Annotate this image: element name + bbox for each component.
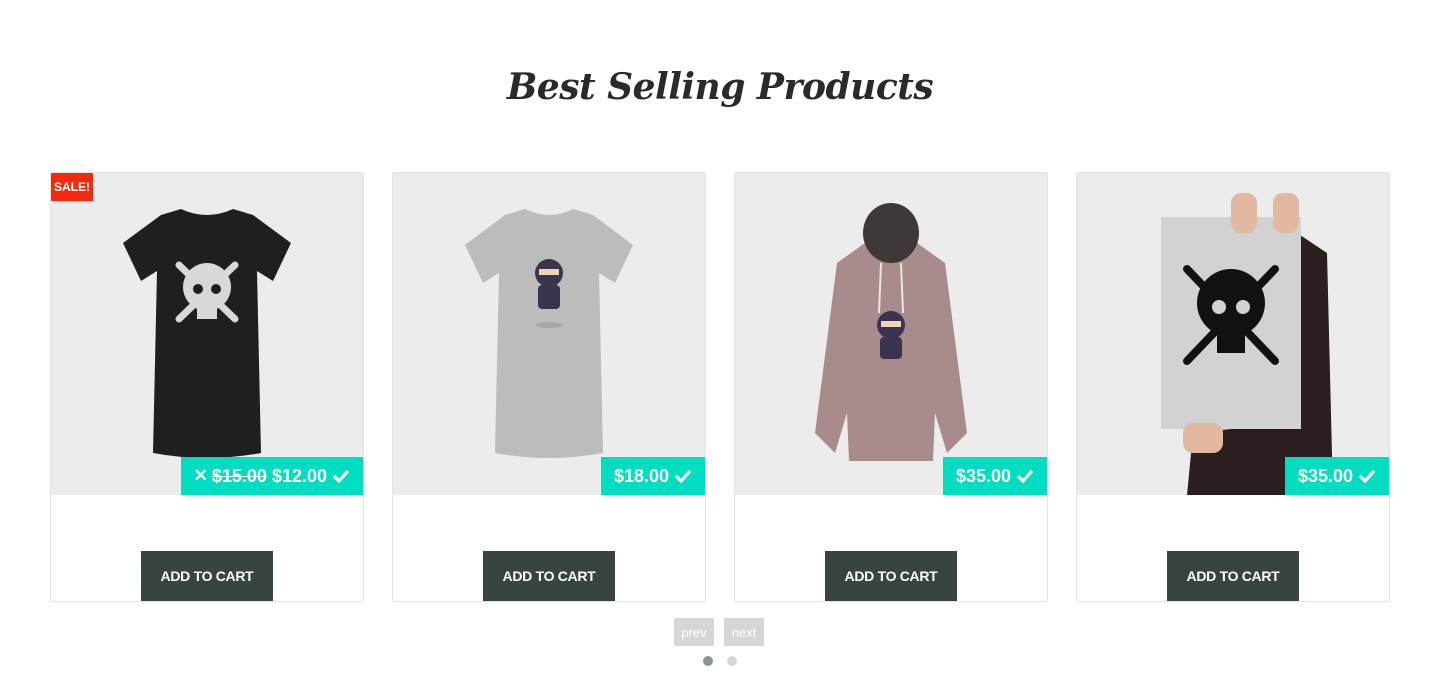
carousel-dots [703,656,737,666]
price: $12.00 [271,465,327,486]
add-to-cart-button[interactable]: ADD TO CART [825,551,957,601]
product-card: SALE! ✕ $15.00 $12.00 ADD TO CART [50,172,364,602]
product-card: $18.00 ADD TO CART [392,172,706,602]
page-dot-1[interactable] [703,656,713,666]
product-image[interactable] [393,173,705,495]
add-to-cart-button[interactable]: ADD TO CART [141,551,273,601]
price-tag: $35.00 [942,457,1047,495]
product-image[interactable] [51,173,363,495]
price: $35.00 [1297,465,1353,486]
section-title: Best Selling Products [506,66,934,108]
price-tag: $35.00 [1284,457,1389,495]
price: $35.00 [955,465,1011,486]
old-price: $15.00 [211,465,267,486]
sale-badge: SALE! [51,173,93,201]
product-card: $35.00 ADD TO CART [734,172,1048,602]
product-carousel: SALE! ✕ $15.00 $12.00 ADD TO CART $18.00… [50,172,1390,602]
check-icon [1359,469,1375,483]
price-tag: ✕ $15.00 $12.00 [180,457,363,495]
skull-poster-icon [1077,173,1389,495]
prev-button[interactable]: prev [674,618,714,646]
remove-icon: ✕ [193,466,208,485]
black-skull-tshirt-icon [51,173,363,495]
check-icon [675,469,691,483]
next-button[interactable]: next [724,618,764,646]
grey-ninja-tshirt-icon [393,173,705,495]
add-to-cart-button[interactable]: ADD TO CART [1167,551,1299,601]
carousel-pager: prev next [674,618,764,646]
check-icon [1017,469,1033,483]
page-dot-2[interactable] [727,656,737,666]
product-image[interactable] [1077,173,1389,495]
pink-ninja-hoodie-icon [735,173,1047,495]
price: $18.00 [613,465,669,486]
product-image[interactable] [735,173,1047,495]
add-to-cart-button[interactable]: ADD TO CART [483,551,615,601]
check-icon [333,469,349,483]
price-tag: $18.00 [600,457,705,495]
product-card: $35.00 ADD TO CART [1076,172,1390,602]
